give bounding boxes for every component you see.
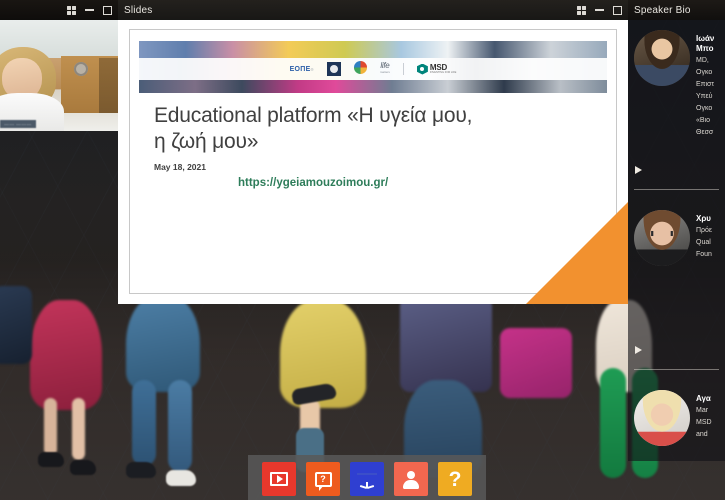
bio-text: Αγα Mar MSD and xyxy=(696,390,712,446)
slides-title-bar[interactable]: Slides xyxy=(118,0,628,20)
background-figure xyxy=(168,380,192,472)
question-mark-icon: ? xyxy=(449,469,462,490)
slide-date: May 18, 2021 xyxy=(154,162,616,172)
avatar[interactable] xyxy=(634,210,690,266)
background-figure xyxy=(0,286,32,364)
background-figure xyxy=(44,398,57,456)
presentation-icon xyxy=(357,471,377,488)
bio-name-line1: Ιωάν xyxy=(696,34,714,44)
grid-icon[interactable] xyxy=(577,6,586,15)
person-icon xyxy=(403,471,419,488)
list-item[interactable]: Αγα Mar MSD and xyxy=(628,380,725,461)
background-figure xyxy=(72,398,85,460)
background-figure xyxy=(132,380,156,466)
slide-accent-triangle xyxy=(519,201,628,304)
background-figure xyxy=(38,452,64,467)
webinar-viewer: …… ……… Slides ΕΟΠΕ® xyxy=(0,0,725,500)
ministry-logo xyxy=(327,62,341,76)
webcam-video[interactable]: …… ……… xyxy=(0,20,118,131)
bio-name-line1: Χρυ xyxy=(696,214,712,224)
logo-strip: ΕΟΠΕ® life matters xyxy=(139,58,607,80)
slide-url[interactable]: https://ygeiamouzoimou.gr/ xyxy=(238,177,616,189)
bio-desc-line: Ογκο xyxy=(696,68,714,78)
bio-desc-line: Ογκο xyxy=(696,104,714,114)
avatar[interactable] xyxy=(634,30,690,86)
slide-banner-image: ΕΟΠΕ® life matters xyxy=(139,41,607,93)
bio-desc-line: and xyxy=(696,430,712,440)
slides-title: Slides xyxy=(124,5,577,16)
bio-desc-line: Qual xyxy=(696,238,712,248)
background-figure xyxy=(600,368,626,478)
slide-title: Educational platform «Η υγεία μου, η ζωή… xyxy=(154,103,484,155)
minimize-icon[interactable] xyxy=(85,9,94,11)
bio-desc-line: MSD xyxy=(696,418,712,428)
bio-name-line2: Μπο xyxy=(696,44,714,54)
qa-bubble-icon: ? xyxy=(315,472,332,487)
video-play-icon xyxy=(270,472,288,486)
background-figure xyxy=(400,296,492,392)
bio-desc-line: Πρόε xyxy=(696,226,712,236)
bio-desc-line: MD, xyxy=(696,56,714,66)
background-figure xyxy=(500,328,572,398)
background-figure xyxy=(30,300,102,410)
webcam-scene-panel xyxy=(99,58,118,114)
list-item[interactable]: Ιωάν Μπο MD, Ογκο Επιστ Υπεύ Ογκο «Βιο Θ… xyxy=(628,20,725,200)
avatar[interactable] xyxy=(634,390,690,446)
video-button[interactable] xyxy=(262,462,296,496)
bio-text: Χρυ Πρόε Qual Foun xyxy=(696,210,712,266)
eope-logo: ΕΟΠΕ® xyxy=(290,61,314,77)
bottom-toolbar[interactable]: ? ? xyxy=(248,455,486,500)
minimize-icon[interactable] xyxy=(595,9,604,11)
webcam-window[interactable]: …… ……… xyxy=(0,0,118,131)
list-item[interactable]: Χρυ Πρόε Qual Foun xyxy=(628,200,725,380)
logo-divider xyxy=(403,63,404,75)
slides-button[interactable] xyxy=(350,462,384,496)
background-figure xyxy=(166,470,196,486)
banner-photo-top xyxy=(139,41,607,58)
bio-desc-line: Θεσσ xyxy=(696,128,714,138)
grid-icon[interactable] xyxy=(67,6,76,15)
bio-desc-line: Υπεύ xyxy=(696,92,714,102)
bio-desc-line: Επιστ xyxy=(696,80,714,90)
background-figure xyxy=(126,296,200,392)
slides-window-controls[interactable] xyxy=(577,6,622,15)
help-button[interactable]: ? xyxy=(438,462,472,496)
speaker-bio-panel[interactable]: Speaker Bio Ιωάν Μπο MD, Ογκο Επιστ Υπεύ xyxy=(628,0,725,461)
divider xyxy=(634,369,719,370)
slide-stage[interactable]: ΕΟΠΕ® life matters xyxy=(118,20,628,304)
qa-button[interactable]: ? xyxy=(306,462,340,496)
webcam-name-label: …… ……… xyxy=(0,120,36,128)
maximize-icon[interactable] xyxy=(103,6,112,15)
speaker-bio-button[interactable] xyxy=(394,462,428,496)
life-matters-logo: life matters xyxy=(380,61,390,77)
bio-title-bar: Speaker Bio xyxy=(628,0,725,20)
bio-desc-line: «Βιο xyxy=(696,116,714,126)
msd-logo: MSD INVENTING FOR LIFE xyxy=(417,61,457,77)
greek-youth-logo xyxy=(354,61,367,77)
banner-photo-bottom xyxy=(139,80,607,93)
play-icon[interactable] xyxy=(635,346,642,354)
bio-desc-line: Mar xyxy=(696,406,712,416)
slide-text-block: Educational platform «Η υγεία μου, η ζωή… xyxy=(130,93,616,189)
background-figure xyxy=(126,462,156,478)
bio-list[interactable]: Ιωάν Μπο MD, Ογκο Επιστ Υπεύ Ογκο «Βιο Θ… xyxy=(628,20,725,461)
webcam-title-bar[interactable] xyxy=(0,0,118,20)
bio-name-line1: Αγα xyxy=(696,394,712,404)
bio-text: Ιωάν Μπο MD, Ογκο Επιστ Υπεύ Ογκο «Βιο Θ… xyxy=(696,30,714,138)
divider xyxy=(634,189,719,190)
webcam-window-controls[interactable] xyxy=(67,6,112,15)
bio-desc-line: Foun xyxy=(696,250,712,260)
slide-canvas: ΕΟΠΕ® life matters xyxy=(129,29,617,294)
maximize-icon[interactable] xyxy=(613,6,622,15)
slides-window[interactable]: Slides ΕΟΠΕ® xyxy=(118,0,628,304)
background-figure xyxy=(70,460,96,475)
bio-title: Speaker Bio xyxy=(634,5,719,16)
play-icon[interactable] xyxy=(635,166,642,174)
